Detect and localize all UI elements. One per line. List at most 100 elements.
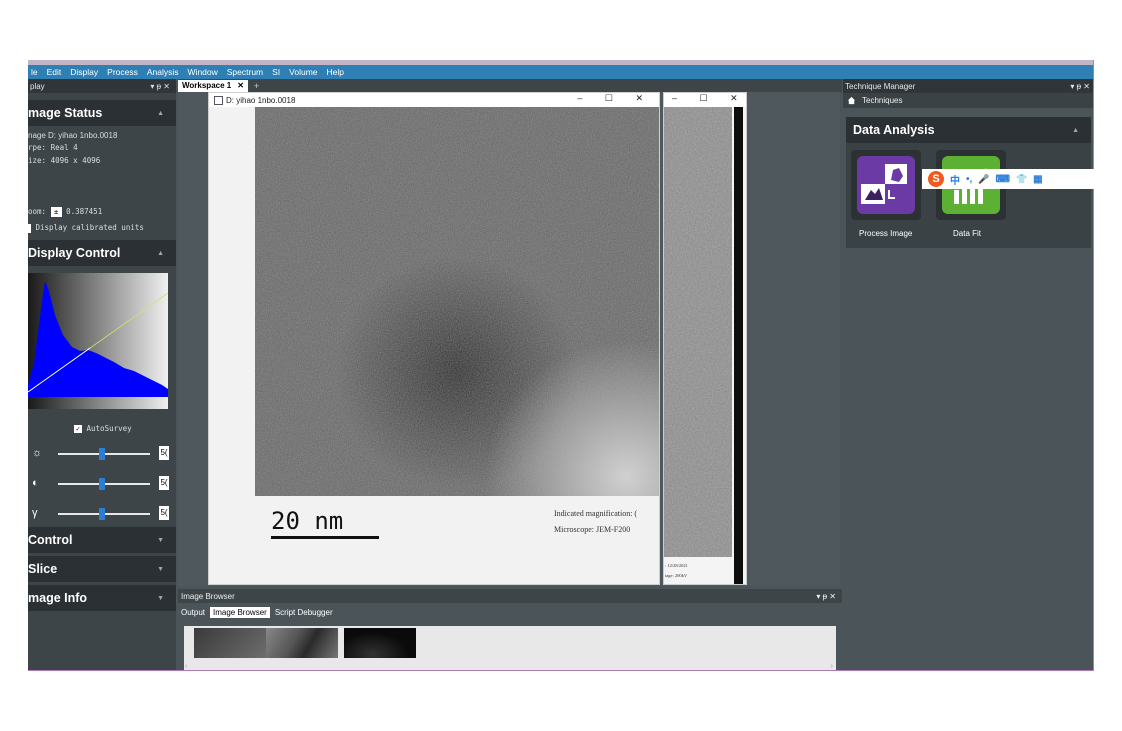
- menu-analysis[interactable]: Analysis: [147, 67, 179, 77]
- calibrated-units-label: Display calibrated units: [35, 223, 144, 232]
- image-window-titlebar[interactable]: D: yihao 1nbo.0018 – ☐ ✕: [209, 93, 659, 107]
- ime-keyboard-icon[interactable]: ⌨: [996, 174, 1010, 185]
- application-window: le Edit Display Process Analysis Window …: [28, 60, 1094, 671]
- breadcrumb-techniques[interactable]: Techniques: [862, 96, 902, 105]
- slice-section-header[interactable]: Slice ▼: [28, 556, 176, 582]
- home-icon[interactable]: [847, 96, 856, 105]
- image-window[interactable]: D: yihao 1nbo.0018 – ☐ ✕ 20 nm Indicated…: [208, 92, 660, 585]
- second-window-controls[interactable]: – ☐ ✕: [664, 93, 746, 107]
- image-browser-controls[interactable]: ▾ ᵽ ✕: [816, 592, 836, 601]
- zoom-row: oom: ± 0.387451: [28, 207, 102, 217]
- ime-microphone-icon[interactable]: 🎤: [978, 174, 989, 185]
- menu-window[interactable]: Window: [188, 67, 218, 77]
- image-status-header[interactable]: mage Status ▲: [28, 100, 176, 126]
- second-tem-micrograph[interactable]: [664, 107, 732, 557]
- menu-help[interactable]: Help: [327, 67, 344, 77]
- close-tab-icon[interactable]: ✕: [237, 81, 244, 90]
- zoom-stepper[interactable]: ±: [50, 207, 62, 217]
- menu-edit[interactable]: Edit: [47, 67, 62, 77]
- ime-logo-icon[interactable]: S: [928, 171, 944, 187]
- histogram[interactable]: [28, 273, 168, 409]
- autosurvey-checkbox[interactable]: ✓: [74, 425, 82, 433]
- image-info-section-header[interactable]: mage Info ▼: [28, 585, 176, 611]
- scroll-right-icon[interactable]: ›: [831, 663, 833, 670]
- image-browser-thumbnails: ‹ ›: [184, 626, 836, 670]
- date-line: : 12/28/2021: [665, 563, 688, 568]
- menu-process[interactable]: Process: [107, 67, 138, 77]
- display-control-header[interactable]: Display Control ▲: [28, 240, 176, 266]
- display-panel: play ▾ ᵽ ✕ mage Status ▲ nage D: yihao 1…: [28, 79, 176, 670]
- technique-manager-title: Technique Manager: [845, 81, 916, 91]
- image-status-title: mage Status: [28, 106, 103, 120]
- image-browser-titlebar: Image Browser ▾ ᵽ ✕: [178, 589, 842, 603]
- display-control-title: Display Control: [28, 246, 121, 260]
- image-window-title: D: yihao 1nbo.0018: [226, 95, 296, 105]
- zoom-label: oom:: [28, 207, 47, 216]
- process-image-button[interactable]: [851, 150, 921, 220]
- contrast-value[interactable]: 5(: [159, 476, 169, 490]
- process-image-label: Process Image: [859, 229, 913, 238]
- menu-display[interactable]: Display: [70, 67, 98, 77]
- brightness-slider-row: ☼ 5(: [28, 446, 176, 462]
- tab-output[interactable]: Output: [178, 607, 208, 618]
- gamma-slider-thumb[interactable]: [99, 508, 105, 520]
- technique-breadcrumb: Techniques: [843, 93, 1093, 108]
- calibrated-units-row: Display calibrated units: [28, 223, 144, 233]
- menu-volume[interactable]: Volume: [289, 67, 317, 77]
- control-section-header[interactable]: Control ▼: [28, 527, 176, 553]
- scale-bar: [271, 536, 379, 539]
- data-fit-label: Data Fit: [953, 229, 982, 238]
- tab-script-debugger[interactable]: Script Debugger: [272, 607, 336, 618]
- image-window-controls[interactable]: – ☐ ✕: [577, 93, 653, 104]
- ime-menu-icon[interactable]: ▦: [1033, 174, 1042, 185]
- scale-bar-label: 20 nm: [271, 507, 344, 535]
- gamma-value[interactable]: 5(: [159, 506, 169, 520]
- brightness-slider-thumb[interactable]: [99, 448, 105, 460]
- second-window-edge: [734, 107, 743, 584]
- thumbnail-2[interactable]: [266, 628, 338, 658]
- ime-toolbar: S 中 •, 🎤 ⌨ 👕 ▦: [922, 169, 1094, 189]
- technique-manager-controls[interactable]: ▾ ᵽ ✕: [1070, 82, 1090, 91]
- contrast-slider-thumb[interactable]: [99, 478, 105, 490]
- display-panel-titlebar: play ▾ ᵽ ✕: [28, 79, 176, 93]
- image-browser-title: Image Browser: [181, 591, 235, 601]
- collapse-caret-icon: ▲: [157, 109, 164, 117]
- display-panel-title: play: [30, 81, 45, 91]
- image-document-icon: [214, 95, 223, 105]
- thumbnail-3[interactable]: [344, 628, 416, 658]
- contrast-icon: ◐: [32, 477, 39, 489]
- zoom-value[interactable]: 0.387451: [66, 207, 102, 216]
- control-section-title: Control: [28, 533, 73, 547]
- tem-micrograph[interactable]: [255, 107, 659, 496]
- workspace-area: D: yihao 1nbo.0018 – ☐ ✕ 20 nm Indicated…: [178, 92, 840, 586]
- ime-chinese-mode-icon[interactable]: 中: [950, 172, 960, 187]
- image-info-section-title: mage Info: [28, 591, 88, 605]
- calibrated-units-checkbox[interactable]: [28, 223, 31, 233]
- menu-si[interactable]: SI: [272, 67, 280, 77]
- technique-manager-panel: Technique Manager ▾ ᵽ ✕ Techniques Data …: [843, 79, 1093, 670]
- brightness-icon: ☼: [32, 447, 43, 459]
- brightness-value[interactable]: 5(: [159, 446, 169, 460]
- collapse-caret-icon: ▲: [1072, 126, 1079, 134]
- tab-workspace-1-label: Workspace 1: [182, 81, 232, 90]
- add-workspace-button[interactable]: +: [254, 81, 259, 91]
- gamma-slider-row: γ 5(: [28, 506, 176, 522]
- thumbnail-1[interactable]: [194, 628, 266, 658]
- panel-window-controls[interactable]: ▾ ᵽ ✕: [150, 82, 170, 91]
- menu-spectrum[interactable]: Spectrum: [227, 67, 263, 77]
- tab-image-browser[interactable]: Image Browser: [210, 606, 270, 618]
- tab-workspace-1[interactable]: Workspace 1 ✕: [178, 79, 248, 92]
- scroll-left-icon[interactable]: ‹: [185, 663, 187, 670]
- technique-manager-titlebar: Technique Manager ▾ ᵽ ✕: [843, 79, 1093, 93]
- second-image-window[interactable]: – ☐ ✕ : 12/28/2021 tage: 200kV: [663, 92, 747, 585]
- ime-punctuation-icon[interactable]: •,: [966, 174, 972, 185]
- data-analysis-header[interactable]: Data Analysis ▲: [846, 117, 1091, 143]
- slice-section-title: Slice: [28, 562, 58, 576]
- voltage-line: tage: 200kV: [665, 573, 688, 578]
- menu-file[interactable]: le: [31, 67, 38, 77]
- ime-skin-icon[interactable]: 👕: [1016, 174, 1027, 185]
- contrast-slider-row: ◐ 5(: [28, 476, 176, 492]
- autosurvey-row: ✓ AutoSurvey: [74, 424, 132, 433]
- expand-caret-icon: ▼: [157, 594, 164, 602]
- menu-bar: le Edit Display Process Analysis Window …: [28, 65, 1093, 79]
